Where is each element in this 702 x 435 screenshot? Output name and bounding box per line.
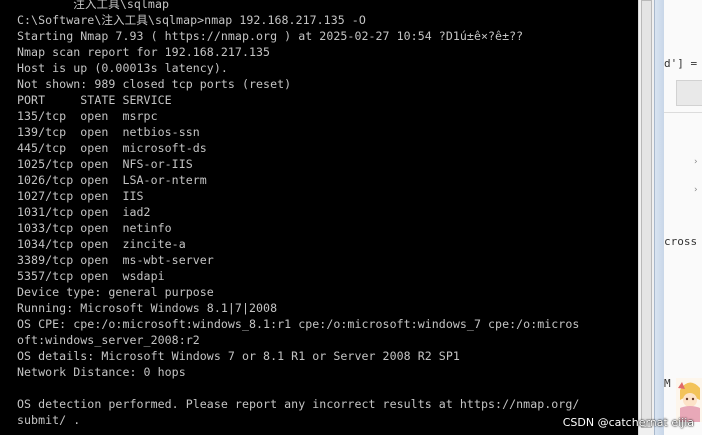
console-line: 1025/tcp open NFS-or-IIS xyxy=(17,157,193,171)
console-line: 445/tcp open microsoft-ds xyxy=(17,141,207,155)
background-code-snippet: d'] = xyxy=(664,57,698,70)
chevron-right-icon: › xyxy=(694,185,698,195)
console-line: 5357/tcp open wsdapi xyxy=(17,269,165,283)
background-code-snippet: cross xyxy=(664,235,698,248)
background-editor-window[interactable]: d'] = › › cross M xyxy=(664,0,702,435)
console-line: OS CPE: cpe:/o:microsoft:windows_8.1:r1 … xyxy=(17,317,580,331)
console-output: 注入工具\sqlmap C:\Software\注入工具\sqlmap>nmap … xyxy=(17,0,637,428)
console-line: Nmap scan report for 192.168.217.135 xyxy=(17,45,271,59)
window-frame-border xyxy=(654,0,664,435)
console-line: 139/tcp open netbios-ssn xyxy=(17,125,200,139)
console-line: 135/tcp open msrpc xyxy=(17,109,158,123)
console-line: oft:windows_server_2008:r2 xyxy=(17,333,200,347)
console-line: Running: Microsoft Windows 8.1|7|2008 xyxy=(17,301,278,315)
console-line: 1034/tcp open zincite-a xyxy=(17,237,186,251)
background-divider xyxy=(664,112,702,113)
console-line: 1027/tcp open IIS xyxy=(17,189,144,203)
console-line: submit/ . xyxy=(17,413,81,427)
console-line: PORT STATE SERVICE xyxy=(17,93,172,107)
console-line: Host is up (0.00013s latency). xyxy=(17,61,228,75)
console-line: Network Distance: 0 hops xyxy=(17,365,186,379)
console-line: 1031/tcp open iad2 xyxy=(17,205,151,219)
console-line: Not shown: 989 closed tcp ports (reset) xyxy=(17,77,292,91)
console-scrollbar[interactable] xyxy=(638,0,654,435)
console-line: Starting Nmap 7.93 ( https://nmap.org ) … xyxy=(17,29,524,43)
console-line: OS details: Microsoft Windows 7 or 8.1 R… xyxy=(17,349,460,363)
console-line-partial-top: 注入工具\sqlmap xyxy=(17,0,170,11)
console-line: Device type: general purpose xyxy=(17,285,214,299)
console-line: OS detection performed. Please report an… xyxy=(17,397,580,411)
chevron-right-icon: › xyxy=(694,157,698,167)
console-line: 1026/tcp open LSA-or-nterm xyxy=(17,173,207,187)
background-code-snippet: M xyxy=(664,377,671,390)
console-line: 1033/tcp open netinfo xyxy=(17,221,172,235)
console-line: C:\Software\注入工具\sqlmap>nmap 192.168.217… xyxy=(17,13,366,27)
command-prompt-window[interactable]: 注入工具\sqlmap C:\Software\注入工具\sqlmap>nmap … xyxy=(0,0,638,435)
scrollbar-thumb[interactable] xyxy=(641,0,652,428)
background-toolbar-button[interactable] xyxy=(676,80,702,106)
watermark-text: CSDN @catchernat eijia xyxy=(562,416,694,429)
console-line: 3389/tcp open ms-wbt-server xyxy=(17,253,214,267)
